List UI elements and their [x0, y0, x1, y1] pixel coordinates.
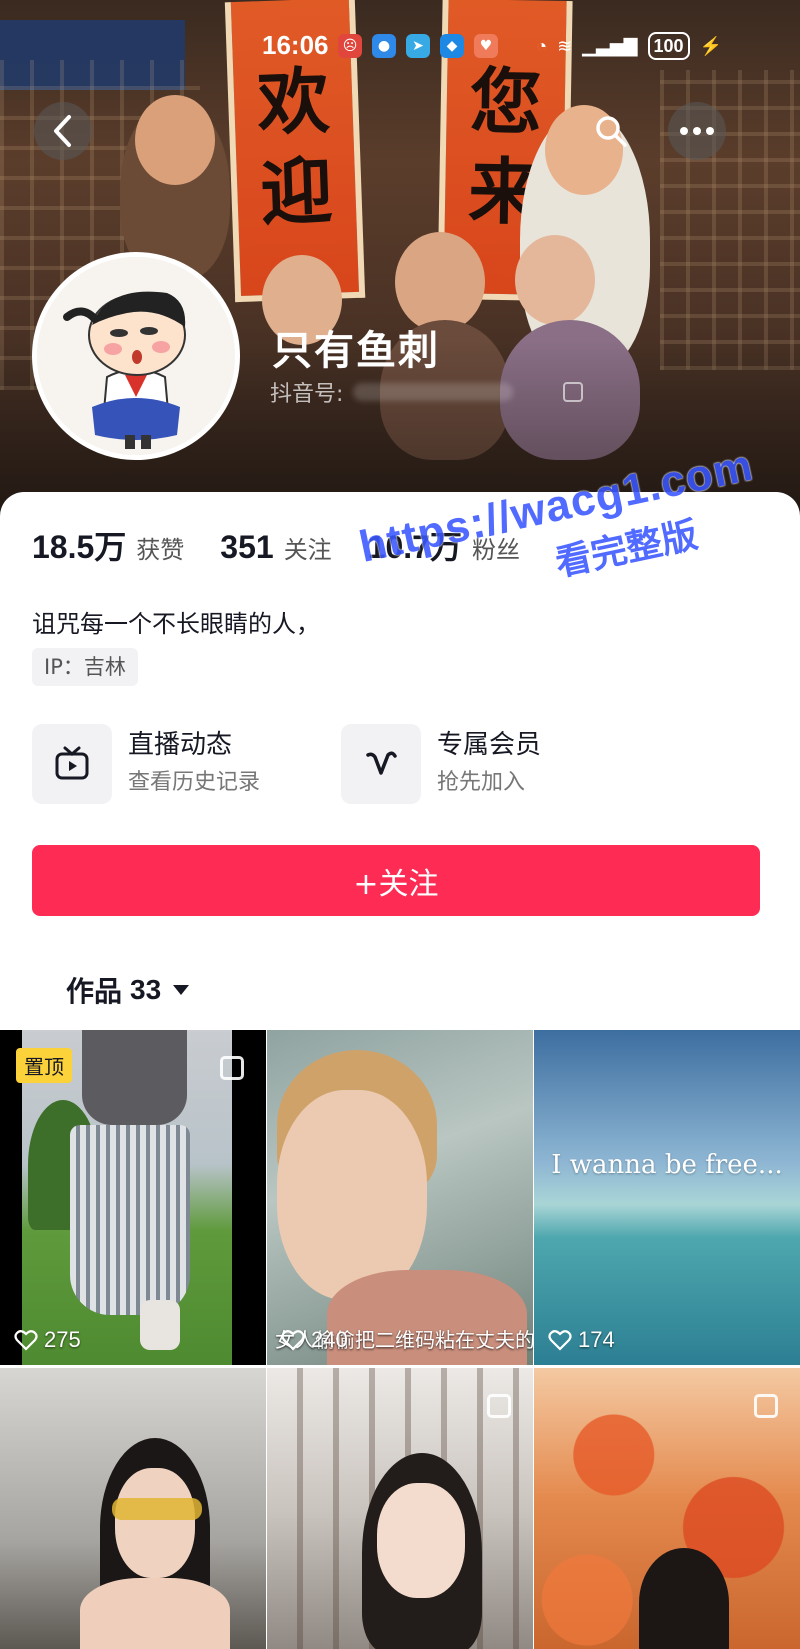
cartoon-avatar-image	[37, 257, 235, 455]
profile-page: 欢 迎 您 来 16:06 ☹ ● ➤ ◆ ♥ ◔ ≋ ▁▃▅▇ 100 ⚡ 只…	[0, 0, 800, 1649]
avatar[interactable]	[32, 252, 240, 460]
heart-icon	[14, 1330, 38, 1351]
status-bar: 16:06 ☹ ● ➤ ◆ ♥ ◔ ≋ ▁▃▅▇ 100 ⚡	[0, 28, 800, 68]
caret-down-icon	[173, 985, 190, 995]
douyin-id-label: 抖音号:	[270, 382, 344, 407]
thumbnail-hair	[639, 1548, 729, 1649]
membership-entry[interactable]: 专属会员 抢先加入	[341, 724, 541, 804]
stat-label: 获赞	[136, 536, 185, 564]
video-tile[interactable]: 置顶 275	[0, 1030, 266, 1365]
search-icon	[596, 116, 627, 147]
douyin-id-blurred-value	[353, 383, 514, 401]
tv-icon	[55, 746, 89, 780]
entry-text: 直播动态 查看历史记录	[128, 728, 260, 800]
v-icon	[366, 751, 397, 775]
back-button[interactable]	[34, 102, 92, 160]
more-button[interactable]	[668, 102, 726, 160]
like-count-value: 275	[44, 1327, 81, 1352]
profile-name: 只有鱼刺	[272, 328, 440, 374]
douyin-id: 抖音号:	[270, 376, 584, 408]
banner-person	[395, 232, 485, 332]
live-history-entry[interactable]: 直播动态 查看历史记录	[32, 724, 260, 804]
entry-title: 专属会员	[437, 730, 542, 760]
thumbnail-shoe	[140, 1300, 180, 1350]
works-count: 33	[130, 974, 162, 1005]
entry-subtitle: 抢先加入	[437, 770, 526, 795]
wifi-icon: ≋	[557, 35, 573, 56]
stat-value: 351	[220, 529, 274, 565]
video-tile[interactable]	[0, 1368, 266, 1649]
search-button[interactable]	[582, 102, 640, 160]
tab-works[interactable]: 作品 33	[66, 970, 190, 1010]
more-icon	[680, 127, 714, 135]
video-tile[interactable]	[267, 1368, 533, 1649]
status-app-icons: ☹ ● ➤ ◆ ♥	[338, 34, 498, 58]
banner-glyph: 您	[469, 58, 543, 145]
like-count-value: 240	[311, 1327, 348, 1352]
thumbnail-face	[115, 1468, 195, 1578]
status-system-icons: ◔ ≋ ▁▃▅▇ 100 ⚡	[536, 32, 722, 60]
thumbnail-face	[377, 1483, 465, 1598]
thumbnail-skirt	[70, 1125, 190, 1315]
alarm-icon: ◔	[536, 35, 548, 56]
entry-icon-box	[32, 724, 112, 804]
charging-icon: ⚡	[699, 35, 722, 56]
banner-person	[135, 95, 215, 185]
like-count: 240	[281, 1327, 348, 1353]
thumbnail-face	[277, 1090, 427, 1300]
multi-image-icon	[220, 1056, 244, 1080]
shield-icon: ◆	[440, 34, 464, 58]
signal-icon: ▁▃▅▇	[582, 35, 638, 56]
video-tile[interactable]: I wanna be free... 174	[534, 1030, 800, 1365]
multi-image-icon	[754, 1394, 778, 1418]
like-count-value: 174	[578, 1327, 615, 1352]
copy-icon[interactable]	[563, 382, 584, 402]
video-tile[interactable]: 女人偷偷把二维码粘在丈夫的 240	[267, 1030, 533, 1365]
battery-indicator: 100	[647, 32, 690, 60]
entry-icon-box	[341, 724, 421, 804]
thumbnail-glasses	[112, 1498, 202, 1520]
thumbnail-hands	[80, 1578, 230, 1649]
stat-label: 关注	[283, 536, 332, 564]
thumbnail-figure	[82, 1030, 187, 1125]
follow-button[interactable]: +关注	[32, 845, 760, 916]
multi-image-icon	[487, 1394, 511, 1418]
chevron-left-icon	[54, 115, 71, 147]
entry-subtitle: 查看历史记录	[128, 770, 261, 795]
stat-likes[interactable]: 18.5万 获赞	[32, 522, 184, 568]
telegram-icon: ➤	[406, 34, 430, 58]
profile-bio: 诅咒每一个不长眼睛的人，	[32, 610, 320, 638]
stat-following[interactable]: 351 关注	[220, 529, 331, 566]
pinned-badge: 置顶	[16, 1048, 72, 1083]
entry-title: 直播动态	[128, 730, 233, 760]
notification-icon: ☹	[338, 34, 362, 58]
ip-location-tag: IP：吉林	[32, 648, 138, 686]
video-overlay-text: I wanna be free...	[551, 1150, 783, 1180]
heart-icon	[281, 1330, 305, 1351]
banner-person	[515, 235, 595, 325]
status-time: 16:06	[262, 30, 329, 60]
entry-text: 专属会员 抢先加入	[437, 728, 541, 800]
works-label: 作品	[66, 975, 123, 1008]
like-count: 174	[548, 1327, 615, 1353]
banner-glyph: 欢	[255, 57, 331, 146]
banner-glyph: 迎	[258, 147, 334, 236]
like-count: 275	[14, 1327, 81, 1353]
heart-app-icon: ♥	[474, 34, 498, 58]
heart-icon	[548, 1330, 572, 1351]
stat-value: 18.5万	[32, 529, 127, 565]
message-icon: ●	[372, 34, 396, 58]
video-grid: 置顶 275 女人偷偷把二维码粘在丈夫的 240 I wanna be free…	[0, 1030, 800, 1649]
video-tile[interactable]	[534, 1368, 800, 1649]
